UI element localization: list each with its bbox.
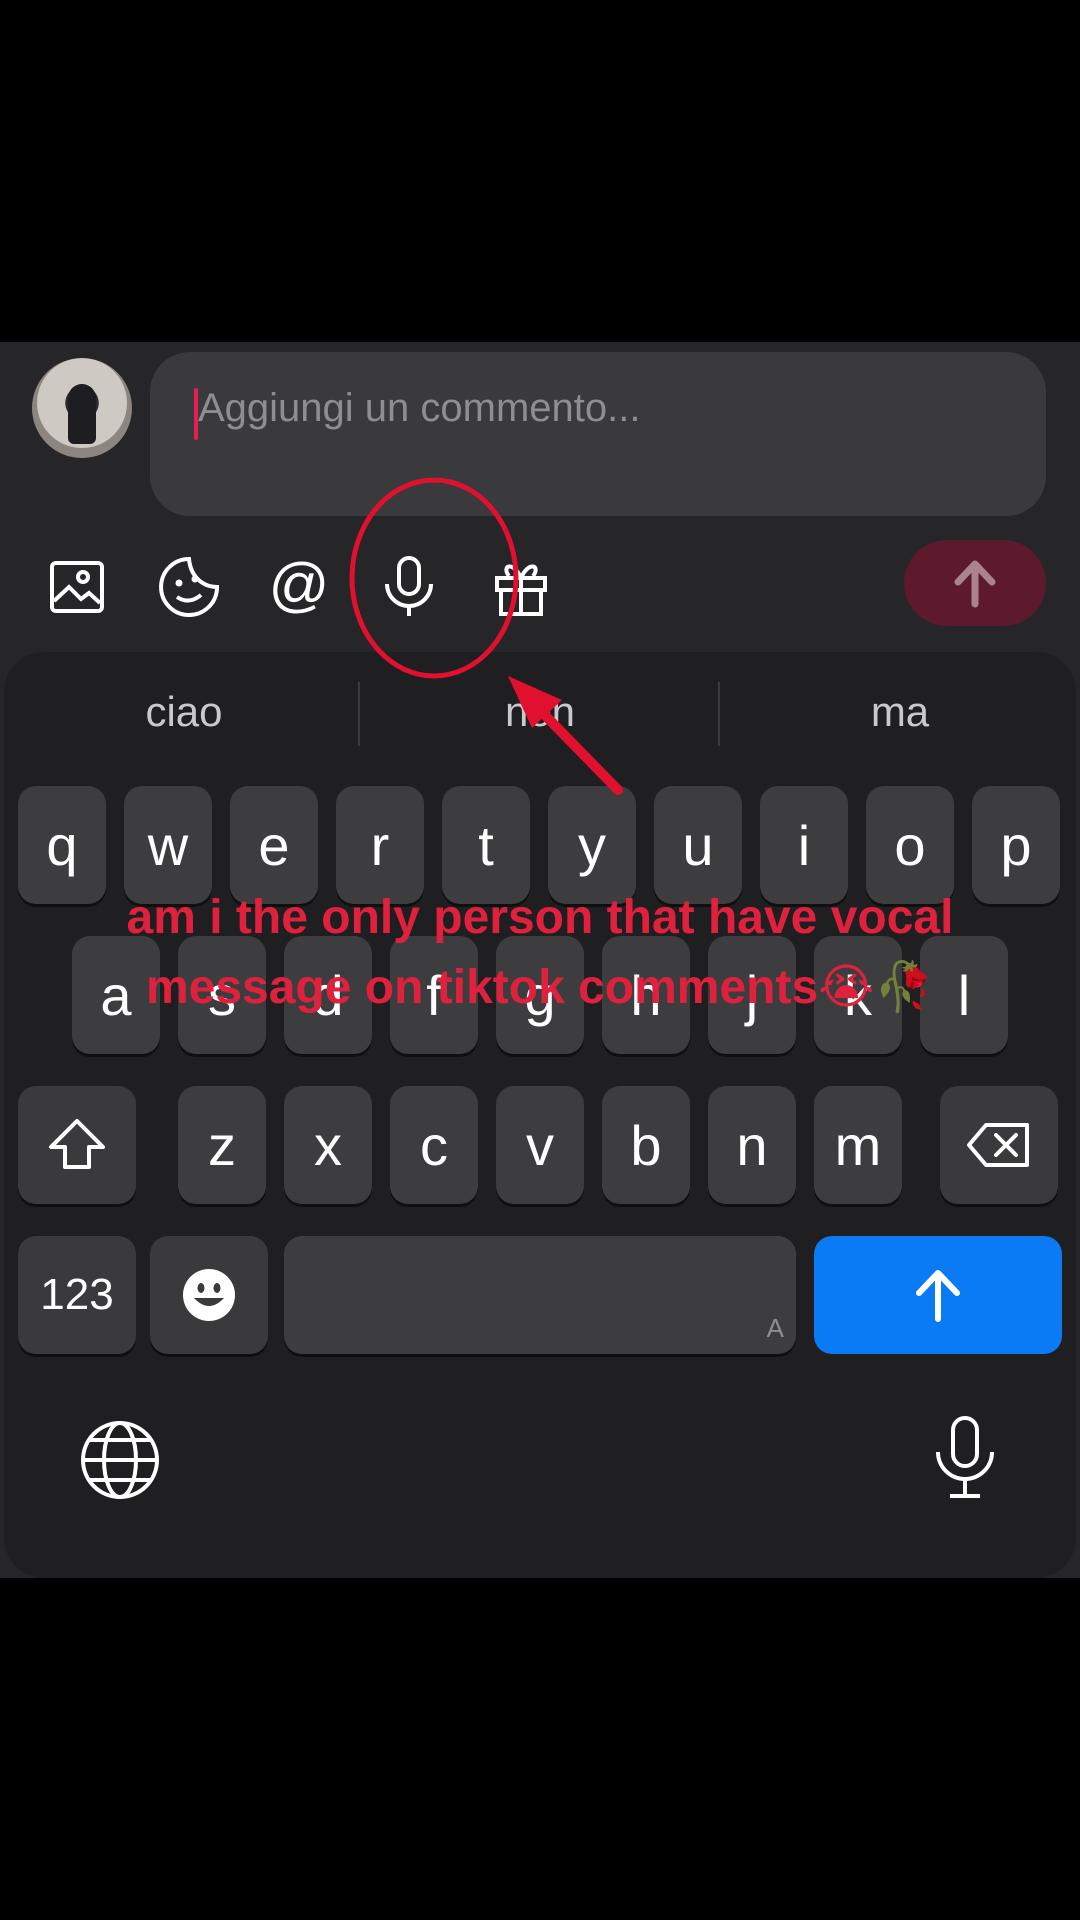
- key-w[interactable]: w: [124, 786, 212, 904]
- keyboard: ciao non ma q w e r t y u i o p a s d f …: [4, 652, 1076, 1578]
- shift-icon: [49, 1119, 105, 1169]
- shift-key[interactable]: [18, 1086, 136, 1204]
- suggestion-divider: [358, 682, 360, 746]
- backspace-key[interactable]: [940, 1086, 1058, 1204]
- key-v[interactable]: v: [496, 1086, 584, 1204]
- key-m[interactable]: m: [814, 1086, 902, 1204]
- comment-placeholder: Aggiungi un commento...: [198, 386, 641, 430]
- space-bar[interactable]: A: [284, 1236, 796, 1354]
- emoji-key[interactable]: [150, 1236, 268, 1354]
- key-q[interactable]: q: [18, 786, 106, 904]
- arrow-up-icon: [916, 1270, 960, 1322]
- svg-text:@: @: [269, 555, 330, 618]
- arrow-up-icon: [954, 560, 996, 608]
- suggestion-3[interactable]: ma: [750, 688, 1050, 736]
- gift-icon[interactable]: [486, 552, 556, 622]
- space-hint: A: [766, 1313, 784, 1343]
- key-y[interactable]: y: [548, 786, 636, 904]
- globe-icon[interactable]: [78, 1418, 162, 1502]
- backspace-icon: [967, 1123, 1029, 1167]
- key-n[interactable]: n: [708, 1086, 796, 1204]
- key-z[interactable]: z: [178, 1086, 266, 1204]
- key-u[interactable]: u: [654, 786, 742, 904]
- key-b[interactable]: b: [602, 1086, 690, 1204]
- return-key[interactable]: [814, 1236, 1062, 1354]
- key-i[interactable]: i: [760, 786, 848, 904]
- key-r[interactable]: r: [336, 786, 424, 904]
- microphone-icon[interactable]: [374, 552, 444, 622]
- mention-icon[interactable]: @: [264, 552, 334, 622]
- key-e[interactable]: e: [230, 786, 318, 904]
- user-avatar[interactable]: [32, 358, 132, 458]
- dictation-icon[interactable]: [930, 1414, 1000, 1502]
- send-button[interactable]: [904, 540, 1046, 626]
- caption-line-1: am i the only person that have vocal: [126, 891, 954, 944]
- comment-input[interactable]: Aggiungi un commento...: [150, 352, 1046, 516]
- key-c[interactable]: c: [390, 1086, 478, 1204]
- numbers-key[interactable]: 123: [18, 1236, 136, 1354]
- key-t[interactable]: t: [442, 786, 530, 904]
- key-p[interactable]: p: [972, 786, 1060, 904]
- suggestion-divider: [718, 682, 720, 746]
- caption-line-2: message on tiktok comments😭🥀: [145, 961, 935, 1014]
- key-o[interactable]: o: [866, 786, 954, 904]
- sticker-icon[interactable]: [154, 552, 224, 622]
- emoji-icon: [183, 1269, 235, 1321]
- suggestion-2[interactable]: non: [390, 688, 690, 736]
- suggestion-1[interactable]: ciao: [34, 688, 334, 736]
- key-x[interactable]: x: [284, 1086, 372, 1204]
- image-icon[interactable]: [42, 552, 112, 622]
